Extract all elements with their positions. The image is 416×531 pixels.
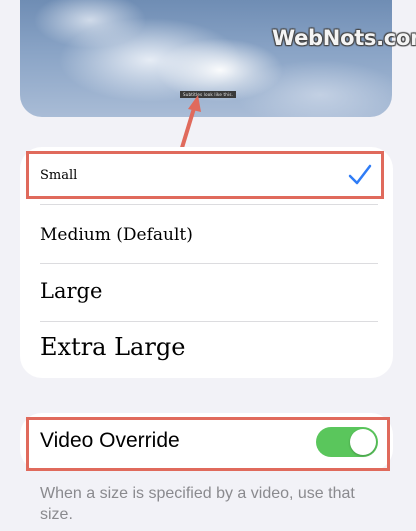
size-option-extra-large[interactable]: Extra Large — [20, 321, 393, 378]
size-option-label: Extra Large — [40, 333, 186, 361]
highlight-box-video-override — [26, 417, 390, 471]
highlight-box-small — [26, 151, 384, 199]
size-option-label: Large — [40, 279, 103, 303]
size-option-label: Medium (Default) — [40, 225, 193, 245]
video-override-footnote: When a size is specified by a video, use… — [40, 485, 355, 523]
watermark-logo: WebNots.com — [272, 26, 416, 50]
size-option-large[interactable]: Large — [20, 263, 393, 321]
size-option-medium[interactable]: Medium (Default) — [20, 205, 393, 263]
